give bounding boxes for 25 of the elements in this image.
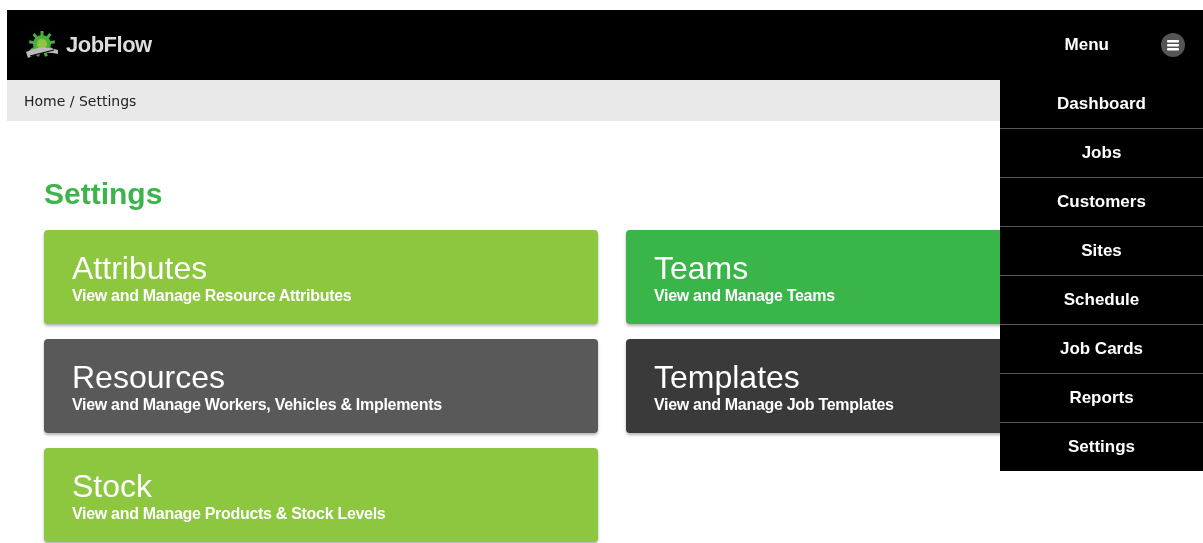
card-title: Teams [654, 249, 749, 287]
card-subtitle: View and Manage Products & Stock Levels [72, 505, 386, 523]
menu-label[interactable]: Menu [1064, 35, 1109, 55]
card-title: Stock [72, 467, 153, 505]
breadcrumb[interactable]: Home / Settings [24, 92, 137, 109]
menu-item[interactable]: Jobs [1000, 128, 1203, 177]
card-title: Attributes [72, 249, 208, 287]
card-subtitle: View and Manage Job Templates [654, 396, 894, 414]
card-subtitle: View and Manage Teams [654, 287, 835, 305]
card-title: Resources [72, 358, 225, 396]
menu-item[interactable]: Customers [1000, 177, 1203, 226]
logo-text: JobFlow [66, 32, 152, 58]
card-subtitle: View and Manage Workers, Vehicles & Implements [72, 396, 442, 414]
menu-item[interactable]: Settings [1000, 422, 1203, 471]
card-subtitle: View and Manage Resource Attributes [72, 287, 352, 305]
menu-item[interactable]: Job Cards [1000, 324, 1203, 373]
settings-card[interactable]: Resources View and Manage Workers, Vehicles & Implements [44, 339, 598, 433]
menu-item[interactable]: Schedule [1000, 275, 1203, 324]
logo-icon [24, 30, 60, 60]
page-title: Settings [44, 177, 163, 211]
menu-item[interactable]: Reports [1000, 373, 1203, 422]
menu-icon[interactable] [1161, 33, 1185, 57]
menu-item[interactable]: Dashboard [1000, 80, 1203, 128]
card-title: Templates [654, 358, 800, 396]
menu-item[interactable]: Sites [1000, 226, 1203, 275]
